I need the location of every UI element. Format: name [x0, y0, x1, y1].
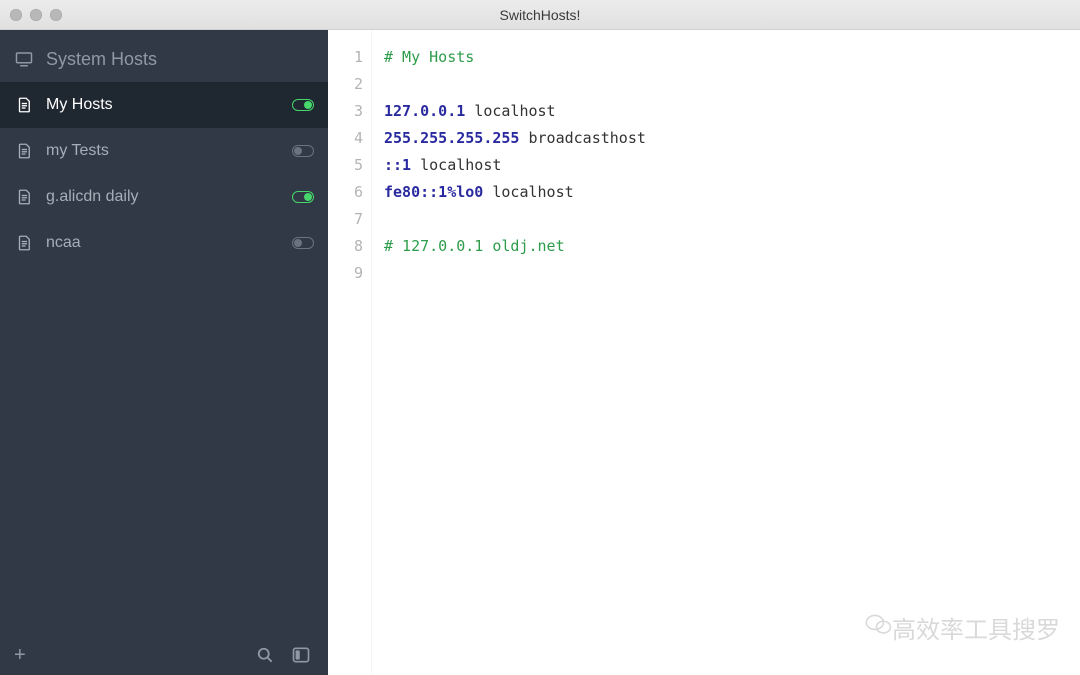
window-controls — [10, 9, 62, 21]
line-number: 7 — [328, 206, 363, 233]
close-icon[interactable] — [10, 9, 22, 21]
code-line[interactable]: ::1 localhost — [384, 152, 1080, 179]
monitor-icon — [14, 49, 34, 69]
sidebar-item-label: System Hosts — [46, 49, 314, 70]
enable-toggle[interactable] — [292, 237, 314, 249]
file-icon — [14, 187, 34, 207]
search-button[interactable] — [252, 642, 278, 668]
search-icon — [255, 645, 275, 665]
window-title: SwitchHosts! — [0, 7, 1080, 23]
line-number: 8 — [328, 233, 363, 260]
line-number: 5 — [328, 152, 363, 179]
sidebar-item-host[interactable]: ncaa — [0, 220, 328, 266]
sidebar-item-label: my Tests — [46, 142, 292, 160]
code-area[interactable]: # My Hosts 127.0.0.1 localhost255.255.25… — [372, 30, 1080, 675]
code-line[interactable] — [384, 260, 1080, 287]
code-line[interactable]: # My Hosts — [384, 44, 1080, 71]
code-line[interactable]: 127.0.0.1 localhost — [384, 98, 1080, 125]
file-icon — [14, 95, 34, 115]
code-line[interactable]: # 127.0.0.1 oldj.net — [384, 233, 1080, 260]
sidebar-item-system-hosts[interactable]: System Hosts — [0, 36, 328, 82]
sidebar-bottom-bar: + — [0, 635, 328, 675]
sidebar-item-label: My Hosts — [46, 96, 292, 114]
enable-toggle[interactable] — [292, 99, 314, 111]
sidebar-item-label: ncaa — [46, 234, 292, 252]
line-number: 4 — [328, 125, 363, 152]
editor[interactable]: 123456789 # My Hosts 127.0.0.1 localhost… — [328, 30, 1080, 675]
hosts-list: System Hosts My Hosts my Tests g.alicdn da… — [0, 30, 328, 635]
sidebar-item-host[interactable]: my Tests — [0, 128, 328, 174]
enable-toggle[interactable] — [292, 145, 314, 157]
code-line[interactable] — [384, 71, 1080, 98]
line-number: 9 — [328, 260, 363, 287]
minimize-icon[interactable] — [30, 9, 42, 21]
sidebar: System Hosts My Hosts my Tests g.alicdn da… — [0, 30, 328, 675]
sidebar-item-label: g.alicdn daily — [46, 188, 292, 206]
line-number: 2 — [328, 71, 363, 98]
panel-toggle-button[interactable] — [288, 642, 314, 668]
line-number: 3 — [328, 98, 363, 125]
sidebar-item-host[interactable]: My Hosts — [0, 82, 328, 128]
maximize-icon[interactable] — [50, 9, 62, 21]
enable-toggle[interactable] — [292, 191, 314, 203]
line-number: 6 — [328, 179, 363, 206]
titlebar[interactable]: SwitchHosts! — [0, 0, 1080, 30]
code-line[interactable]: 255.255.255.255 broadcasthost — [384, 125, 1080, 152]
add-button[interactable]: + — [14, 645, 26, 665]
file-icon — [14, 141, 34, 161]
line-number: 1 — [328, 44, 363, 71]
panel-icon — [291, 645, 311, 665]
sidebar-item-host[interactable]: g.alicdn daily — [0, 174, 328, 220]
code-line[interactable]: fe80::1%lo0 localhost — [384, 179, 1080, 206]
line-gutter: 123456789 — [328, 30, 372, 675]
file-icon — [14, 233, 34, 253]
code-line[interactable] — [384, 206, 1080, 233]
